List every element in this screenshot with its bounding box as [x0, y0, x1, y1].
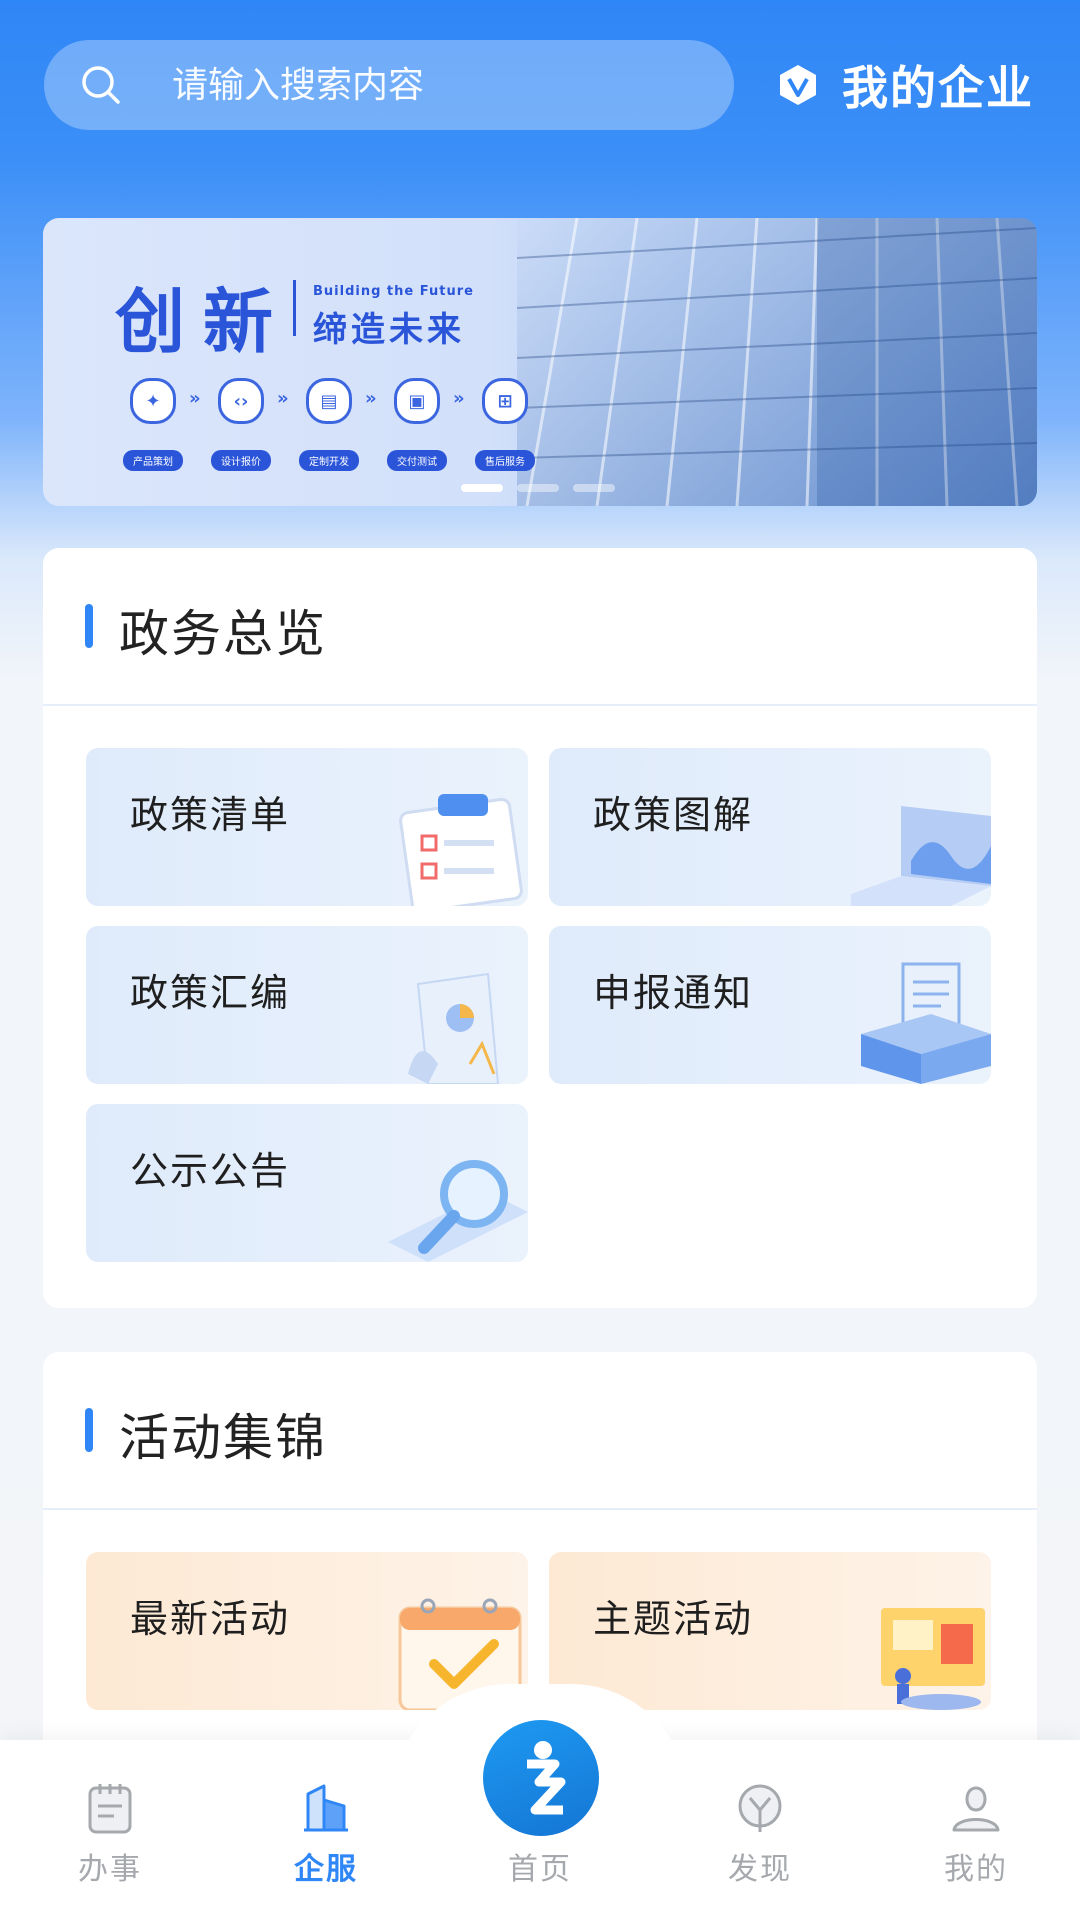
search-icon [82, 66, 120, 104]
discover-icon [738, 1784, 782, 1832]
home-logo-icon [527, 1741, 566, 1815]
arrow-icon: » [277, 388, 289, 409]
tile-policy-compilation[interactable]: 政策汇编 [86, 926, 528, 1084]
window-icon: ▤ [306, 378, 352, 424]
top-header: 我的企业 [0, 0, 1080, 180]
nav-item-affairs[interactable]: 办事 [40, 1780, 180, 1888]
step-design: ‹› 设计报价 [211, 378, 271, 471]
tile-public-announcement[interactable]: 公示公告 [86, 1104, 528, 1262]
nav-label: 办事 [78, 1852, 142, 1887]
title-accent-bar [85, 1408, 93, 1452]
document-box-icon [861, 962, 991, 1084]
nav-label: 我的 [944, 1852, 1008, 1887]
clipboard-icon [399, 794, 523, 906]
search-input[interactable] [172, 40, 692, 130]
banner-divider [293, 280, 296, 336]
step-label: 售后服务 [475, 450, 535, 471]
profile-icon [952, 1786, 1000, 1832]
verified-badge-icon [780, 65, 816, 105]
arrow-icon: » [365, 388, 377, 409]
tile-label: 政策清单 [130, 793, 291, 837]
step-planning: ✦ 产品策划 [123, 378, 183, 471]
step-label: 定制开发 [299, 450, 359, 471]
nav-item-discover[interactable]: 发现 [690, 1780, 830, 1888]
arrow-icon: » [189, 388, 201, 409]
gov-overview-card: 政务总览 政策清单 政策图解 政策汇编 申报通知 公示公告 [43, 548, 1037, 1308]
bulb-icon: ✦ [130, 378, 176, 424]
nav-item-mine[interactable]: 我的 [906, 1780, 1046, 1888]
carousel-dot[interactable] [461, 484, 503, 492]
card-header: 政务总览 [43, 548, 1037, 706]
carousel-indicator [461, 484, 615, 492]
step-label: 交付测试 [387, 450, 447, 471]
carousel-dot[interactable] [573, 484, 615, 492]
nav-item-enterprise-service[interactable]: 企服 [256, 1780, 396, 1888]
title-accent-bar [85, 604, 93, 648]
tile-theme-activities[interactable]: 主题活动 [549, 1552, 991, 1710]
cart-icon: ⊞ [482, 378, 528, 424]
step-test: ▣ 交付测试 [387, 378, 447, 471]
step-label: 产品策划 [123, 450, 183, 471]
nav-item-home[interactable]: 首页 [470, 1836, 610, 1888]
building-facade-image [517, 218, 1037, 506]
event-board-icon [881, 1608, 985, 1710]
tile-label: 最新活动 [130, 1597, 291, 1641]
device-icon: ▣ [394, 378, 440, 424]
card-title: 政务总览 [119, 605, 327, 663]
step-service: ⊞ 售后服务 [475, 378, 535, 471]
nav-label: 首页 [508, 1852, 572, 1887]
nav-label: 发现 [728, 1852, 792, 1887]
tile-declaration-notice[interactable]: 申报通知 [549, 926, 991, 1084]
nav-label: 企服 [294, 1852, 358, 1887]
document-chart-icon [408, 972, 500, 1084]
tile-label: 公示公告 [130, 1149, 291, 1193]
banner-subtitle: 缔造未来 [313, 310, 465, 350]
tile-policy-list[interactable]: 政策清单 [86, 748, 528, 906]
tile-label: 申报通知 [593, 971, 754, 1015]
card-header: 活动集锦 [43, 1352, 1037, 1510]
tile-latest-activities[interactable]: 最新活动 [86, 1552, 528, 1710]
banner-subtitle-en: Building the Future [313, 284, 474, 299]
card-title: 活动集锦 [119, 1409, 327, 1467]
magnifier-icon [388, 1160, 528, 1262]
banner-steps: ✦ 产品策划 » ‹› 设计报价 » ▤ 定制开发 » ▣ 交付测试 » ⊞ 售… [123, 378, 563, 488]
my-company-button[interactable]: 我的企业 [776, 52, 1034, 118]
step-develop: ▤ 定制开发 [299, 378, 359, 471]
banner-title: 创新 [115, 281, 291, 363]
arrow-icon: » [453, 388, 465, 409]
code-icon: ‹› [218, 378, 264, 424]
tile-label: 主题活动 [593, 1597, 754, 1641]
search-bar[interactable] [44, 40, 734, 130]
buildings-icon [304, 1784, 348, 1832]
carousel-dot[interactable] [517, 484, 559, 492]
tile-label: 政策汇编 [130, 971, 291, 1015]
home-button[interactable] [483, 1720, 599, 1836]
notepad-icon [88, 1784, 132, 1834]
my-company-label: 我的企业 [842, 61, 1034, 115]
tile-policy-illustration[interactable]: 政策图解 [549, 748, 991, 906]
step-label: 设计报价 [211, 450, 271, 471]
laptop-chart-icon [851, 806, 991, 906]
tile-label: 政策图解 [593, 793, 754, 837]
promo-banner[interactable]: 创新 Building the Future 缔造未来 ✦ 产品策划 » ‹› … [43, 218, 1037, 506]
